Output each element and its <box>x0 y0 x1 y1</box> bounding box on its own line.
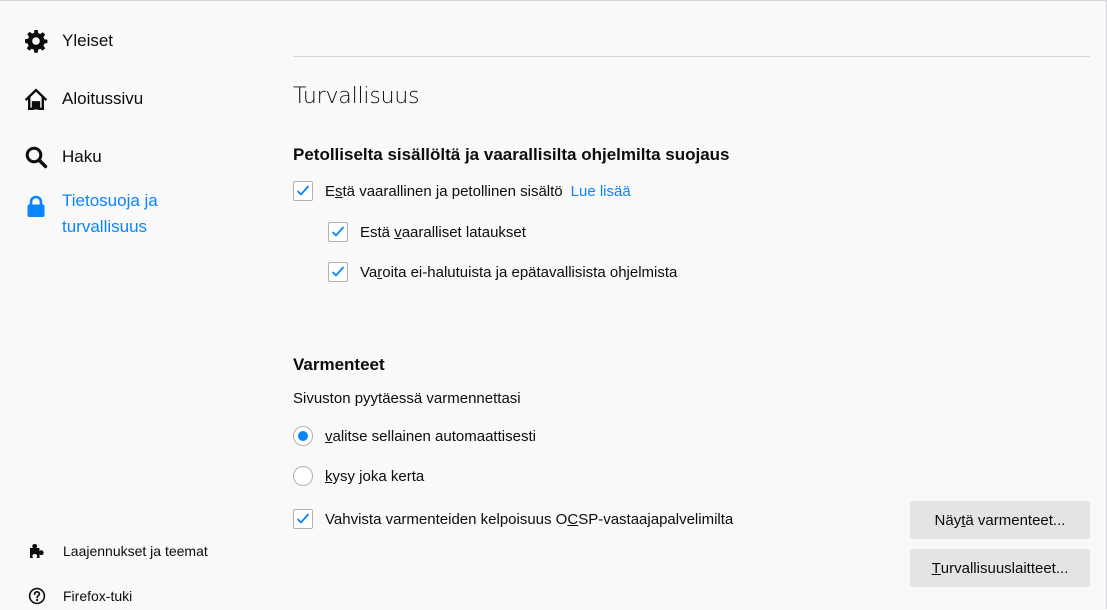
home-icon <box>24 87 48 111</box>
sidebar: Yleiset Aloitussivu Haku Tietosuoja ja t… <box>0 1 250 610</box>
sidebar-item-label: Haku <box>62 147 102 166</box>
block-dangerous-checkbox[interactable] <box>293 181 313 201</box>
sidebar-footer-label: Laajennukset ja teemat <box>63 543 208 559</box>
ask-every-time-radio[interactable] <box>293 466 313 486</box>
ocsp-label: Vahvista varmenteiden kelpoisuus OCSP-va… <box>325 510 734 528</box>
learn-more-link[interactable]: Lue lisää <box>571 183 631 200</box>
sidebar-item-home[interactable]: Aloitussivu <box>24 87 143 111</box>
ask-every-time-radio-row[interactable]: kysy joka kerta <box>293 466 424 486</box>
block-downloads-checkbox[interactable] <box>328 222 348 242</box>
search-icon <box>24 145 48 169</box>
sidebar-item-privacy[interactable]: Tietosuoja ja turvallisuus <box>24 188 222 240</box>
sidebar-item-support[interactable]: Firefox-tuki <box>28 587 132 605</box>
gear-icon <box>24 29 48 53</box>
sidebar-item-label: Yleiset <box>62 31 114 50</box>
select-auto-radio[interactable] <box>293 426 313 446</box>
checkmark-icon <box>332 266 344 277</box>
checkmark-icon <box>297 513 309 524</box>
block-downloads-label: Estä vaaralliset lataukset <box>360 223 526 241</box>
security-devices-button[interactable]: Turvallisuuslaitteet... <box>910 549 1090 587</box>
ask-every-time-label: kysy joka kerta <box>325 467 425 485</box>
warn-unwanted-checkbox-row[interactable]: Varoita ei-halutuista ja epätavallisista… <box>328 262 677 282</box>
warn-unwanted-label: Varoita ei-halutuista ja epätavallisista… <box>360 263 678 281</box>
view-certificates-button[interactable]: Näy t ä varmenteet... <box>910 501 1090 539</box>
checkmark-icon <box>297 185 309 196</box>
select-auto-radio-row[interactable]: valitse sellainen automaattisesti <box>293 426 536 446</box>
ocsp-checkbox[interactable] <box>293 509 313 529</box>
help-icon <box>28 587 46 605</box>
block-dangerous-checkbox-row[interactable]: Estä vaarallinen ja petollinen sisältö L… <box>293 181 631 201</box>
checkmark-icon <box>332 226 344 237</box>
puzzle-icon <box>28 542 46 560</box>
main-content: Turvallisuus Petolliselta sisällöltä ja … <box>293 1 1090 610</box>
preferences-window: Yleiset Aloitussivu Haku Tietosuoja ja t… <box>0 0 1107 609</box>
page-title: Turvallisuus <box>293 84 420 109</box>
sidebar-item-label: Tietosuoja ja turvallisuus <box>62 191 158 236</box>
block-dangerous-label: Estä vaarallinen ja petollinen sisältö <box>325 182 563 200</box>
sidebar-item-general[interactable]: Yleiset <box>24 29 113 53</box>
sidebar-footer-label: Firefox-tuki <box>63 588 133 604</box>
certificates-section-title: Varmenteet <box>293 355 385 374</box>
deceptive-section-title: Petolliselta sisällöltä ja vaarallisilta… <box>293 145 730 164</box>
sidebar-item-addons[interactable]: Laajennukset ja teemat <box>28 542 208 560</box>
warn-unwanted-checkbox[interactable] <box>328 262 348 282</box>
ocsp-checkbox-row[interactable]: Vahvista varmenteiden kelpoisuus OCSP-va… <box>293 509 733 529</box>
lock-icon <box>24 194 48 218</box>
divider <box>293 56 1090 57</box>
certificate-prompt-text: Sivuston pyytäessä varmennettasi <box>293 390 521 407</box>
select-auto-label: valitse sellainen automaattisesti <box>325 427 536 445</box>
sidebar-item-label: Aloitussivu <box>62 89 144 108</box>
radio-dot <box>298 431 308 441</box>
block-downloads-checkbox-row[interactable]: Estä vaaralliset lataukset <box>328 222 526 242</box>
sidebar-item-search[interactable]: Haku <box>24 145 102 169</box>
